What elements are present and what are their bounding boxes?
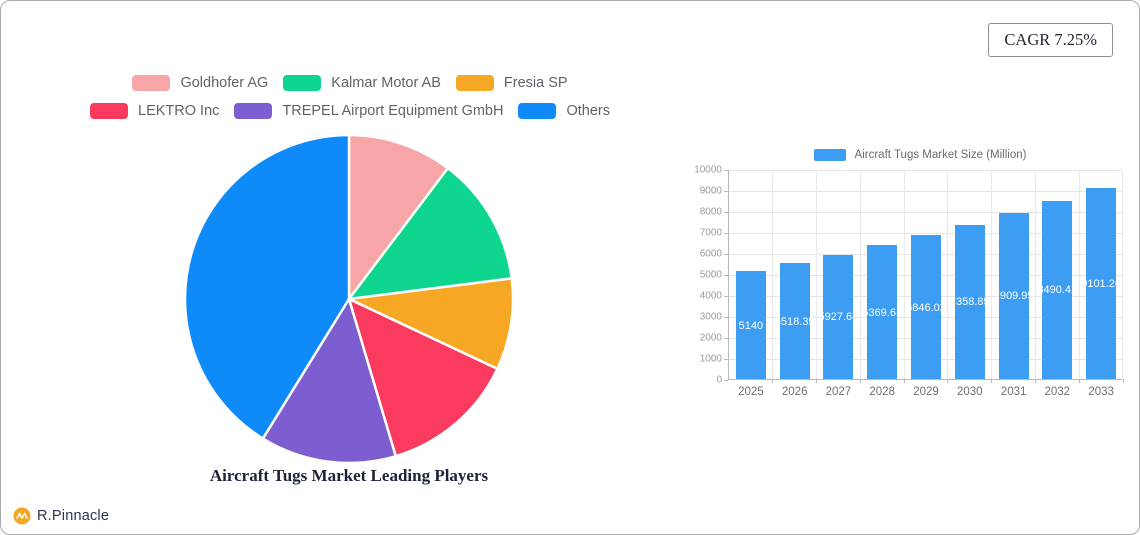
x-tick-label: 2027 [825,386,852,398]
y-axis-tick [724,253,728,258]
gridline-vertical [816,170,818,379]
legend-item-goldhofer-ag[interactable]: Goldhofer AG [132,75,268,91]
bar-2025[interactable] [735,271,766,379]
gridline-vertical [903,170,905,379]
legend-swatch [234,103,273,119]
y-tick-label: 6000 [699,248,722,260]
legend-label: Kalmar Motor AB [331,75,441,91]
x-axis-tick [1034,379,1036,383]
y-axis-tick [724,232,728,237]
legend-row: LEKTRO Inc TREPEL Airport Equipment GmbH O… [50,103,650,119]
pie-chart-title: Aircraft Tugs Market Leading Players [209,466,489,485]
legend-label: TREPEL Airport Equipment GmbH [282,103,504,119]
x-tick-label: 2025 [738,386,764,398]
gridline-vertical [991,170,993,379]
y-tick-label: 3000 [699,311,722,323]
report-canvas: CAGR 7.25% Goldhofer AG Kalmar Motor AB Fr… [0,0,1140,535]
legend-item-others[interactable]: Others [518,103,610,119]
y-tick-label: 2000 [699,332,722,344]
bar-2033[interactable] [1086,187,1117,379]
legend-label: Others [566,103,610,119]
x-tick-label: 2031 [1000,386,1027,398]
x-tick-label: 2026 [781,386,808,398]
x-axis-tick [903,379,905,383]
y-axis-tick [724,190,728,195]
bar-2031[interactable] [998,212,1029,379]
bar-2032[interactable] [1042,200,1073,379]
y-axis-tick [724,274,728,279]
y-tick-label: 5000 [699,269,722,281]
x-tick-label: 2032 [1044,386,1071,398]
legend-swatch [455,75,494,91]
cagr-badge: CAGR 7.25% [988,23,1113,57]
bar-2026[interactable] [779,263,810,379]
x-axis-tick [772,379,774,383]
y-tick-label: 8000 [699,206,722,218]
bar-legend-label: Aircraft Tugs Market Size (Million) [854,149,1027,161]
y-axis-tick [724,379,728,384]
gridline-vertical [859,170,861,379]
gridline-vertical [772,170,774,379]
pie-legend: Goldhofer AG Kalmar Motor AB Fresia SP LEKT… [50,75,650,119]
x-axis-tick [1122,379,1124,383]
legend-item-fresia-sp[interactable]: Fresia SP [455,75,568,91]
legend-label: Goldhofer AG [180,75,269,91]
y-axis-tick [724,169,728,174]
y-tick-label: 1000 [699,353,722,365]
x-tick-label: 2030 [957,386,983,398]
legend-item-trepel-airport-equipment-gmbh[interactable]: TREPEL Airport Equipment GmbH [234,103,503,119]
y-tick-label: 0 [716,374,722,386]
bar-2027[interactable] [823,254,854,379]
y-tick-label: 10000 [694,164,722,176]
legend-swatch [283,75,322,91]
legend-item-kalmar-motor-ab[interactable]: Kalmar Motor AB [283,75,441,91]
y-axis-tick [724,337,728,342]
y-axis-tick [724,316,728,321]
legend-swatch [132,75,171,91]
bar-2029[interactable] [911,235,941,379]
x-axis-tick [991,379,993,383]
legend-label: Fresia SP [503,75,568,91]
x-axis-tick [816,379,818,383]
gridline-vertical [1122,170,1123,379]
legend-swatch [518,103,557,119]
x-axis-tick [859,379,861,383]
gridline-vertical [947,170,949,379]
x-tick-label: 2033 [1088,386,1114,398]
x-tick-label: 2028 [869,386,895,398]
gridline-horizontal [729,190,1122,192]
bar-2030[interactable] [954,224,985,379]
x-axis-tick [1078,379,1080,383]
y-axis-tick [724,211,728,216]
brand-name: R.Pinnacle [37,508,110,524]
pie-chart [183,133,515,465]
bar-chart-legend[interactable]: Aircraft Tugs Market Size (Million) [718,147,1122,163]
bar-legend-swatch [813,149,846,161]
y-tick-label: 7000 [699,227,722,239]
gridline-vertical [1034,170,1036,379]
y-axis-tick [724,295,728,300]
x-axis-tick [947,379,949,383]
y-tick-label: 9000 [699,185,722,197]
gridline-horizontal [729,169,1122,171]
y-axis-tick [724,358,728,363]
legend-row: Goldhofer AG Kalmar Motor AB Fresia SP [50,75,650,91]
legend-label: LEKTRO Inc [138,103,220,119]
bar-2028[interactable] [867,245,898,379]
legend-item-lektro-inc[interactable]: LEKTRO Inc [90,103,219,119]
wave-icon [13,507,31,525]
bar-chart-plot: 0 1000 2000 3000 4000 5000 6000 7000 8000 9000 100… [694,165,1124,398]
brand-logo: R.Pinnacle [13,507,109,525]
legend-swatch [90,103,128,119]
x-tick-label: 2029 [913,386,939,398]
gridline-vertical [1078,170,1080,379]
y-tick-label: 4000 [699,290,722,302]
